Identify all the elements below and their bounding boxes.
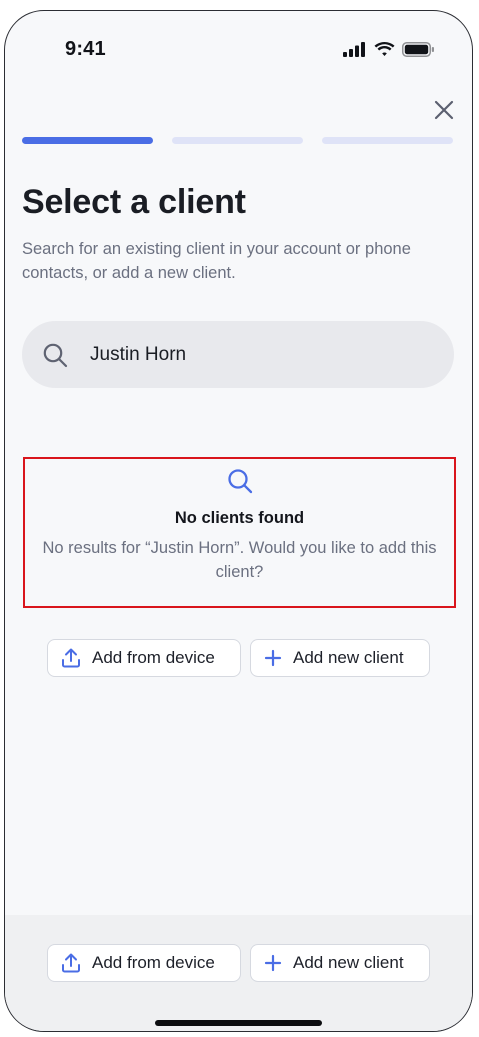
inline-actions: Add from device Add new client xyxy=(47,639,430,677)
search-icon xyxy=(227,469,252,494)
phone-frame: 9:41 Select a client Search for an exist… xyxy=(4,10,473,1032)
page-subtitle: Search for an existing client in your ac… xyxy=(22,240,411,282)
status-time: 9:41 xyxy=(65,38,106,60)
add-from-device-button[interactable]: Add from device xyxy=(47,639,241,677)
progress-step-1 xyxy=(22,137,153,144)
footer-add-from-device-label: Add from device xyxy=(92,953,215,972)
search-icon xyxy=(43,343,68,367)
progress-step-2 xyxy=(172,137,303,144)
add-new-client-button[interactable]: Add new client xyxy=(250,639,430,677)
empty-state-message: No results for “Justin Horn”. Would you … xyxy=(42,539,437,581)
empty-state: No clients found No results for “Justin … xyxy=(23,457,456,608)
add-new-client-label: Add new client xyxy=(293,648,404,667)
wifi-icon xyxy=(374,42,395,56)
plus-icon xyxy=(264,649,282,667)
page-title: Select a client xyxy=(22,183,246,221)
close-button[interactable] xyxy=(429,95,459,125)
add-from-device-label: Add from device xyxy=(92,648,215,667)
close-icon xyxy=(434,100,454,120)
upload-icon xyxy=(62,648,80,668)
footer-add-from-device-button[interactable]: Add from device xyxy=(47,944,241,982)
status-icons xyxy=(343,42,435,57)
cellular-signal-icon xyxy=(343,42,365,57)
step-progress xyxy=(22,137,453,144)
progress-step-3 xyxy=(322,137,453,144)
footer-actions: Add from device Add new client xyxy=(47,944,430,982)
empty-state-title: No clients found xyxy=(174,509,305,527)
footer-add-new-client-button[interactable]: Add new client xyxy=(250,944,430,982)
search-input[interactable] xyxy=(88,342,422,367)
plus-icon xyxy=(264,954,282,972)
battery-icon xyxy=(402,42,434,57)
search-bar[interactable] xyxy=(22,321,454,388)
home-indicator[interactable] xyxy=(155,1020,322,1026)
upload-icon xyxy=(62,953,80,973)
footer-add-new-client-label: Add new client xyxy=(293,953,404,972)
